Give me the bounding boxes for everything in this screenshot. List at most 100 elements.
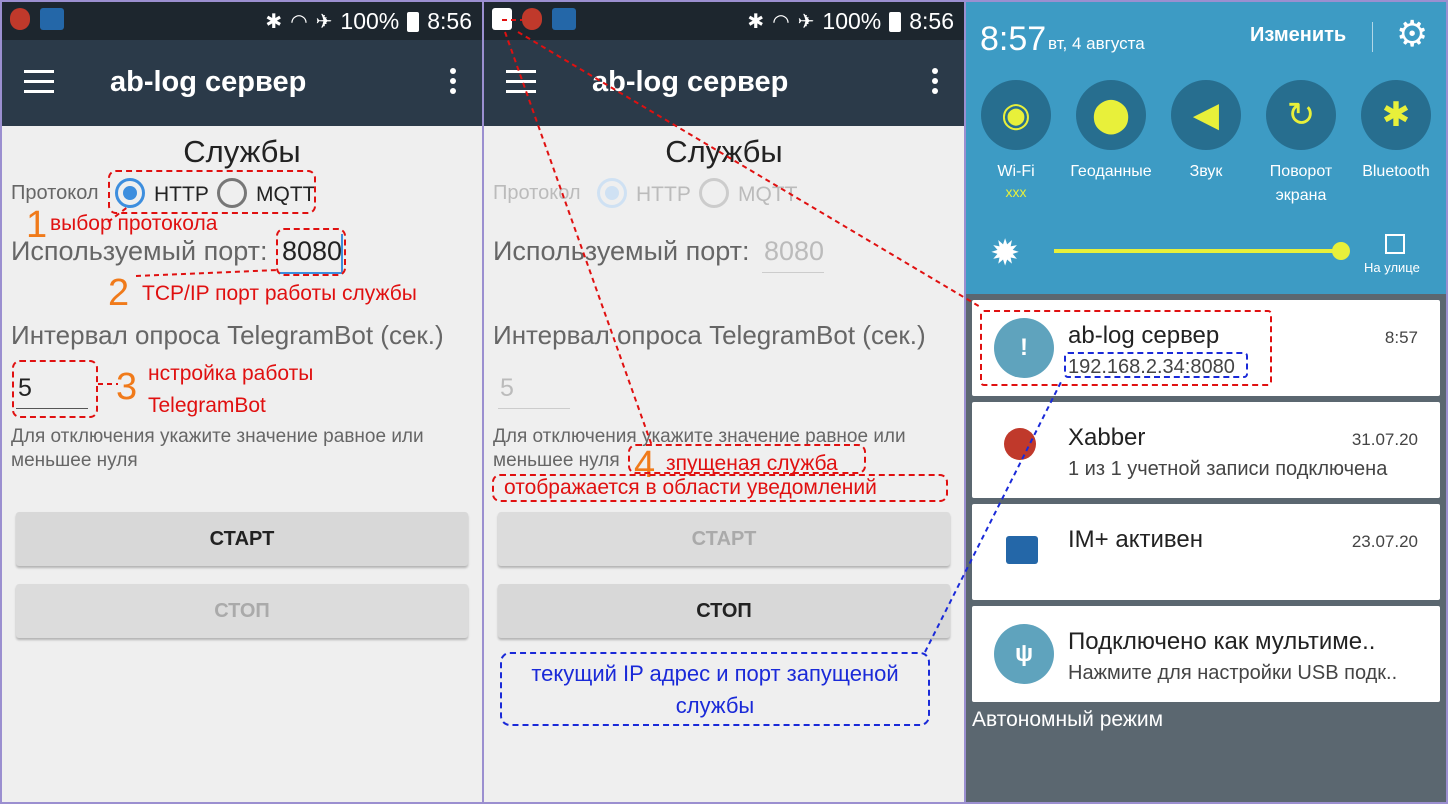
stop-button[interactable]: СТОП	[498, 584, 950, 638]
protocol-label: Протокол	[493, 182, 581, 204]
notification-title: IM+ активен	[1068, 526, 1203, 553]
notification-time: 23.07.20	[1351, 532, 1418, 551]
interval-input[interactable]: 5	[500, 374, 514, 403]
tile-location[interactable]: ⬤ Геоданные	[1063, 80, 1159, 184]
app-toolbar: ab-log сервер	[484, 40, 964, 126]
wifi-status-icon: ◠	[290, 11, 308, 33]
tile-bluetooth[interactable]: ✱ Bluetooth	[1348, 80, 1444, 184]
menu-icon[interactable]	[506, 70, 536, 94]
tile-rotate-label-2: экрана	[1275, 187, 1327, 204]
xabber-status-icon	[522, 8, 542, 30]
shade-clock: 8:57	[980, 20, 1047, 58]
settings-content: Службы Протокол HTTP MQTT Используемый п…	[2, 126, 482, 802]
annotation-box-protocol	[108, 170, 316, 214]
phone-screen-settings: ✱ ◠ ✈ 100% 8:56 ab-log сервер Службы Про…	[2, 2, 482, 802]
port-input[interactable]: 8080	[764, 236, 824, 267]
tile-bluetooth-label: Bluetooth	[1362, 163, 1430, 180]
annotation-text-4a: зпущеная служба	[666, 452, 838, 475]
port-label: Используемый порт:	[11, 236, 268, 266]
battery-percent: 100%	[340, 8, 400, 34]
annotation-text-blue: текущий IP адрес и порт запущеной службы	[500, 658, 930, 722]
quick-settings-panel: 8:57 вт, 4 августа Изменить ⚙ ◉ Wi-Fi xx…	[966, 2, 1446, 294]
status-bar: ✱ ◠ ✈ 100% 8:56	[2, 2, 482, 40]
xabber-icon	[1004, 428, 1036, 460]
gear-icon[interactable]: ⚙	[1396, 14, 1428, 54]
tile-location-label: Геоданные	[1070, 163, 1152, 180]
hint-line-1: Для отключения укажите значение равное и…	[11, 426, 424, 447]
tile-rotate[interactable]: ↻ Поворот экрана	[1253, 80, 1349, 208]
overflow-menu-icon[interactable]	[932, 68, 938, 98]
notification-text: 1 из 1 учетной записи подключена	[1068, 458, 1388, 480]
interval-label: Интервал опроса TelegramBot (сек.)	[11, 320, 444, 350]
notification-title: Подключено как мультиме..	[1068, 628, 1376, 655]
annotation-number-1: 1	[26, 204, 48, 246]
wifi-status-icon: ◠	[772, 11, 790, 33]
annotation-box-interval	[12, 360, 98, 418]
annotation-number-3: 3	[116, 366, 138, 408]
start-button[interactable]: СТАРТ	[16, 512, 468, 566]
menu-icon[interactable]	[24, 70, 54, 94]
airplane-icon: ✈	[315, 11, 333, 33]
app-title: ab-log сервер	[110, 66, 307, 98]
notification-time: 8:57	[1384, 328, 1418, 347]
status-bar: ✱ ◠ ✈ 100% 8:56	[484, 2, 964, 40]
radio-mqtt[interactable]	[699, 178, 729, 208]
annotation-text-3a: нстройка работы	[148, 362, 314, 385]
tile-wifi-label: Wi-Fi	[997, 163, 1035, 180]
page-title: Службы	[183, 134, 301, 169]
clock: 8:56	[909, 8, 954, 34]
airplane-icon: ✈	[797, 11, 815, 33]
edit-button[interactable]: Изменить	[1250, 24, 1346, 47]
battery-icon	[889, 11, 902, 32]
hint-line-2: меньшее нуля	[11, 450, 138, 471]
bluetooth-status-icon: ✱	[747, 11, 765, 33]
interval-input-underline	[498, 408, 570, 409]
wifi-icon: ◉	[981, 80, 1051, 150]
hint-text: Для отключения укажите значение равное и…	[11, 425, 481, 473]
radio-http[interactable]	[597, 178, 627, 208]
annotation-text-1: выбор протокола	[50, 212, 218, 235]
page-title: Службы	[665, 134, 783, 169]
start-button[interactable]: СТАРТ	[498, 512, 950, 566]
location-icon: ⬤	[1076, 80, 1146, 150]
notification-time: 31.07.20	[1351, 430, 1418, 449]
tile-wifi[interactable]: ◉ Wi-Fi xxx	[968, 80, 1064, 200]
brightness-icon: ✹	[990, 232, 1021, 273]
stop-button[interactable]: СТОП	[16, 584, 468, 638]
tile-wifi-network: xxx	[1005, 184, 1027, 200]
radio-http-label: HTTP	[636, 183, 691, 206]
notification-title: Xabber	[1068, 424, 1146, 451]
battery-icon	[407, 11, 420, 32]
tile-rotate-label-1: Поворот	[1269, 163, 1333, 180]
radio-mqtt-label: MQTT	[738, 183, 798, 206]
clock: 8:56	[427, 8, 472, 34]
notification-implus[interactable]: IM+ активен 23.07.20	[972, 504, 1440, 600]
composite-screenshot: ✱ ◠ ✈ 100% 8:56 ab-log сервер Службы Про…	[0, 0, 1448, 804]
notification-text: Нажмите для настройки USB подк..	[1068, 662, 1398, 684]
overflow-menu-icon[interactable]	[450, 68, 456, 98]
ablog-status-icon	[492, 8, 512, 30]
notification-xabber[interactable]: Xabber 31.07.20 1 из 1 учетной записи по…	[972, 402, 1440, 498]
outdoor-checkbox[interactable]	[1385, 234, 1405, 254]
bluetooth-status-icon: ✱	[265, 11, 283, 33]
xabber-status-icon	[10, 8, 30, 30]
brightness-slider-knob[interactable]	[1332, 242, 1350, 260]
protocol-label: Протокол	[11, 182, 99, 204]
brightness-slider[interactable]	[1054, 249, 1342, 253]
notification-usb[interactable]: ψ Подключено как мультиме.. Нажмите для …	[972, 606, 1440, 702]
implus-status-icon	[552, 8, 576, 30]
annotation-number-2: 2	[108, 272, 130, 314]
annotation-box-port	[276, 228, 346, 276]
shade-date: вт, 4 августа	[1048, 34, 1145, 53]
outdoor-label: На улице	[1364, 260, 1420, 275]
annotation-text-blue-2: службы	[675, 693, 755, 718]
tile-rotate-label: Поворот экрана	[1253, 160, 1349, 208]
bluetooth-icon: ✱	[1361, 80, 1431, 150]
tile-sound-label: Звук	[1189, 163, 1223, 180]
app-title: ab-log сервер	[592, 66, 789, 98]
implus-icon	[1006, 536, 1038, 564]
battery-percent: 100%	[822, 8, 882, 34]
usb-icon: ψ	[994, 624, 1054, 684]
notification-shade: 8:57 вт, 4 августа Изменить ⚙ ◉ Wi-Fi xx…	[966, 2, 1446, 802]
tile-sound[interactable]: ◀ Звук	[1158, 80, 1254, 184]
